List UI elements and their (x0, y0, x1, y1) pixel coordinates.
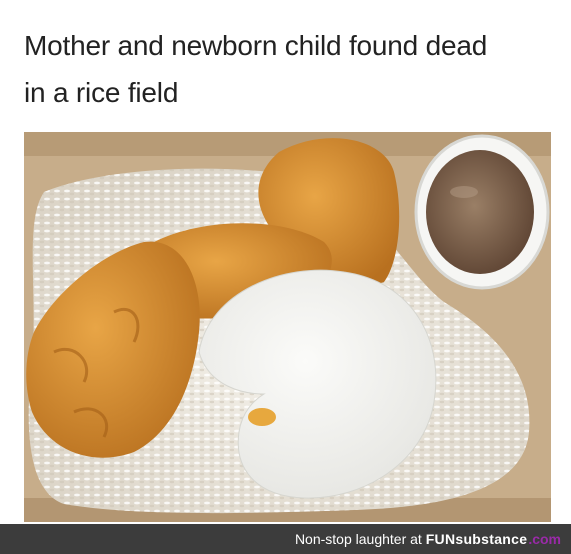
caption-line-2: in a rice field (24, 77, 179, 108)
food-photo (24, 132, 551, 522)
watermark-brand-tld: .com (528, 531, 561, 547)
watermark-brand: FUNsubstance (425, 531, 528, 547)
watermark-text: Non-stop laughter at FUNsubstance.com (295, 531, 561, 547)
food-photo-illustration (24, 132, 551, 522)
watermark-tagline: Non-stop laughter at (294, 531, 422, 547)
watermark-bar: Non-stop laughter at FUNsubstance.com (0, 524, 571, 554)
gravy-cup (414, 134, 550, 290)
meme-caption: Mother and newborn child found dead in a… (24, 22, 554, 116)
caption-line-1: Mother and newborn child found dead (24, 30, 488, 61)
